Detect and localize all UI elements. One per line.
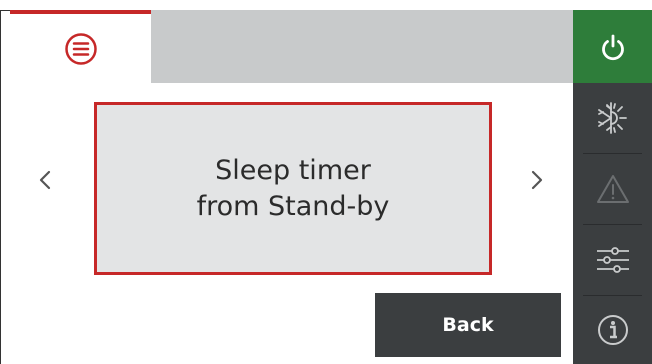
menu-tab[interactable] bbox=[10, 10, 151, 83]
alarm-button[interactable] bbox=[573, 154, 652, 224]
option-label: Sleep timer from Stand-by bbox=[196, 154, 390, 222]
menu-icon bbox=[64, 32, 97, 65]
heat-cool-mode-icon bbox=[597, 102, 627, 134]
info-icon bbox=[597, 315, 628, 345]
settings-sliders-icon bbox=[596, 247, 629, 273]
chevron-left-icon bbox=[39, 170, 51, 190]
screen: Sleep timer from Stand-by Back bbox=[0, 0, 652, 364]
back-button-label: Back bbox=[442, 314, 494, 336]
warning-icon bbox=[596, 175, 629, 203]
mode-button[interactable] bbox=[573, 83, 652, 153]
chevron-right-icon bbox=[531, 170, 543, 190]
info-button[interactable] bbox=[573, 296, 652, 364]
title-bar bbox=[151, 10, 573, 83]
sidebar bbox=[573, 10, 652, 364]
settings-button[interactable] bbox=[573, 225, 652, 295]
next-option-button[interactable] bbox=[522, 160, 552, 200]
power-icon bbox=[601, 34, 624, 60]
power-button[interactable] bbox=[573, 10, 652, 83]
frame-border bbox=[0, 10, 10, 364]
previous-option-button[interactable] bbox=[30, 160, 60, 200]
back-button[interactable]: Back bbox=[375, 293, 561, 357]
selected-option-card[interactable]: Sleep timer from Stand-by bbox=[94, 102, 492, 275]
